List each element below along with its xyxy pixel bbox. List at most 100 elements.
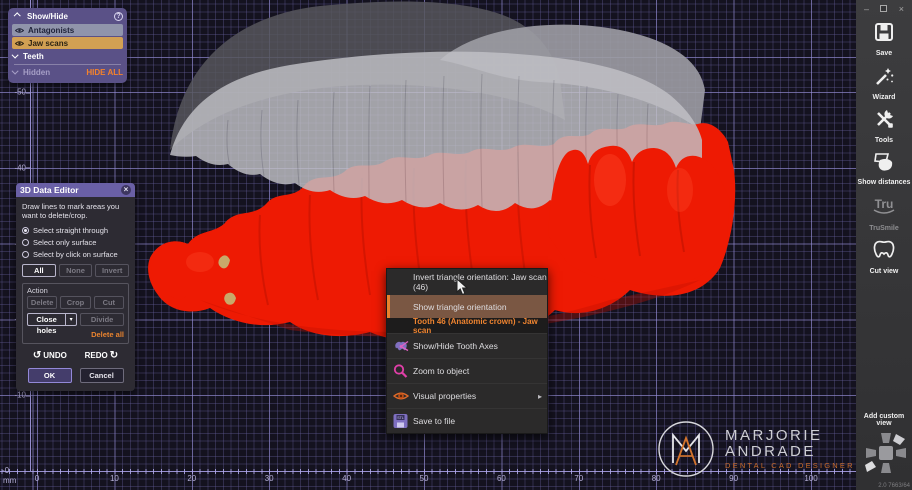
cancel-button[interactable]: Cancel (80, 368, 124, 383)
group-label: Hidden (23, 68, 50, 77)
toolbar-item-wizard[interactable]: Wizard (856, 65, 912, 102)
data-editor-panel: 3D Data Editor × Draw lines to mark area… (16, 183, 135, 391)
menu-item-save-to-file[interactable]: STL Save to file (387, 408, 547, 433)
data-editor-title: 3D Data Editor (20, 185, 79, 195)
toolbar-item-label: Show distances (858, 179, 911, 187)
invert-button[interactable]: Invert (95, 264, 129, 277)
divide-button[interactable]: Divide (80, 313, 124, 326)
mouse-cursor (456, 278, 468, 296)
ruler-origin-label: -0 (2, 466, 9, 475)
add-custom-view-button[interactable]: Add custom view (856, 413, 912, 427)
minimize-button[interactable]: – (864, 4, 869, 14)
data-editor-header[interactable]: 3D Data Editor × (16, 183, 135, 197)
menu-item-visual-properties[interactable]: Visual properties ▸ (387, 383, 547, 408)
toolbar-item-label: Wizard (873, 94, 896, 102)
help-icon[interactable]: ? (114, 12, 123, 21)
divider (14, 64, 121, 65)
toolbar-item-show-distances[interactable]: Show distances (856, 152, 912, 187)
editor-description: Draw lines to mark areas you want to del… (22, 202, 129, 221)
cut-button[interactable]: Cut (94, 296, 124, 309)
tools-icon (873, 108, 895, 135)
close-icon[interactable]: × (121, 185, 131, 195)
bottom-ruler-tick: 0 (35, 474, 39, 483)
radio-select-by-click[interactable]: Select by click on surface (22, 250, 129, 259)
watermark-name-line1: MARJORIE (725, 428, 855, 444)
ruler-unit-label: mm (3, 476, 16, 485)
close-button[interactable]: × (899, 4, 904, 14)
eye-icon (393, 390, 409, 402)
show-hide-header[interactable]: Show/Hide ? (12, 10, 123, 23)
none-button[interactable]: None (59, 264, 93, 277)
version-text: 2.0 7663/64 (878, 483, 910, 489)
bottom-ruler-tick: 40 (342, 474, 351, 483)
radio-icon[interactable] (22, 227, 29, 234)
radio-label: Select by click on surface (33, 250, 118, 259)
bottom-ruler-tick: 30 (265, 474, 274, 483)
toolbar-item-cut-view[interactable]: Cut view (856, 239, 912, 276)
layer-label: Antagonists (28, 26, 74, 35)
group-row-teeth[interactable]: Teeth (12, 50, 123, 63)
layer-row-antagonists[interactable]: Antagonists (12, 24, 123, 36)
toolbar-item-trusmile[interactable]: Tru TruSmile (856, 194, 912, 233)
radio-icon[interactable] (22, 251, 29, 258)
expand-chevron-icon (12, 68, 19, 75)
logo-monogram-icon (655, 418, 717, 480)
menu-item-label: Invert triangle orientation: Jaw scan (4… (413, 272, 547, 292)
hide-all-button[interactable]: HIDE ALL (86, 68, 123, 77)
menu-item-zoom-to-object[interactable]: Zoom to object (387, 358, 547, 383)
layer-label: Jaw scans (28, 39, 68, 48)
right-toolbar: – × Save (856, 0, 912, 490)
menu-item-label: Save to file (413, 416, 455, 426)
close-holes-dropdown[interactable]: ▾ (66, 313, 77, 326)
cut-view-icon (872, 239, 896, 266)
radio-select-only-surface[interactable]: Select only surface (22, 238, 129, 247)
action-group: Action Delete Crop Cut Close holes ▾ Div… (22, 283, 129, 344)
all-button[interactable]: All (22, 264, 56, 277)
radio-label: Select straight through (33, 226, 108, 235)
toolbar-item-tools[interactable]: Tools (856, 108, 912, 145)
bottom-ruler-tick: 50 (420, 474, 429, 483)
layer-row-jaw-scans[interactable]: Jaw scans (12, 37, 123, 49)
bottom-ruler-tick: 60 (497, 474, 506, 483)
left-ruler-tick: -50 (0, 88, 26, 97)
show-hide-panel: Show/Hide ? Antagonists Jaw scans Teeth (8, 8, 127, 83)
view-cube-icon[interactable] (863, 430, 909, 476)
radio-icon[interactable] (22, 239, 29, 246)
menu-item-show-triangle-orientation[interactable]: Show triangle orientation (387, 295, 547, 318)
eye-icon[interactable] (15, 40, 24, 47)
3d-viewport[interactable]: 0102030405060708090100 -50-40-30-20-10 -… (0, 0, 856, 490)
restore-button[interactable] (880, 5, 887, 12)
group-row-hidden[interactable]: Hidden HIDE ALL (12, 66, 123, 79)
tooth-axes-icon (393, 339, 410, 354)
wizard-icon (873, 65, 895, 92)
floppy-stl-icon: STL (393, 414, 408, 429)
undo-button[interactable]: ↺UNDO (31, 350, 67, 361)
eye-icon[interactable] (15, 27, 24, 34)
toolbar-item-save[interactable]: Save (856, 21, 912, 58)
undo-icon: ↺ (33, 350, 41, 361)
watermark-name-line2: ANDRADE (725, 444, 855, 460)
menu-item-show-hide-tooth-axes[interactable]: Show/Hide Tooth Axes (387, 333, 547, 358)
show-distances-icon (872, 152, 896, 177)
group-label: Teeth (23, 52, 44, 61)
radio-select-straight-through[interactable]: Select straight through (22, 226, 129, 235)
svg-text:STL: STL (397, 416, 404, 420)
menu-item-label: Show/Hide Tooth Axes (413, 341, 498, 351)
redo-button[interactable]: REDO↻ (85, 350, 121, 361)
redo-icon: ↻ (110, 350, 118, 361)
left-ruler-tick: -10 (0, 391, 26, 400)
collapse-chevron-icon (14, 12, 21, 19)
watermark-title: DENTAL CAD DESIGNER (725, 461, 855, 470)
toolbar-item-label: Cut view (870, 268, 899, 276)
toolbar-item-label: Save (876, 50, 892, 58)
close-holes-button[interactable]: Close holes (27, 313, 66, 326)
bottom-ruler-tick: 70 (574, 474, 583, 483)
left-ruler-tick: -40 (0, 163, 26, 172)
crop-button[interactable]: Crop (60, 296, 90, 309)
menu-item-label: Zoom to object (413, 366, 469, 376)
ok-button[interactable]: OK (28, 368, 72, 383)
radio-label: Select only surface (33, 238, 96, 247)
menu-header-label: Tooth 46 (Anatomic crown) - Jaw scan (413, 317, 547, 335)
delete-button[interactable]: Delete (27, 296, 57, 309)
toolbar-item-label: TruSmile (869, 225, 899, 233)
